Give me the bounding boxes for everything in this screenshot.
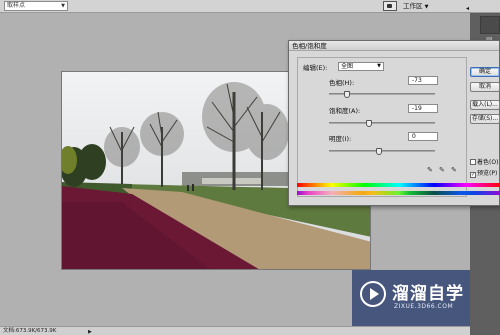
hue-value-field[interactable]: -73 — [408, 76, 438, 85]
status-menu-arrow-icon[interactable]: ▶ — [88, 328, 92, 335]
chevron-down-icon: ▼ — [377, 63, 381, 69]
chevron-down-icon: ▼ — [424, 4, 429, 10]
saturation-slider-track[interactable] — [329, 122, 435, 124]
preview-label: 预览(P) — [477, 170, 498, 177]
colorize-checkbox[interactable]: 着色(O) — [470, 159, 498, 166]
eyedropper-minus-icon[interactable]: ✎ — [451, 166, 459, 174]
preview-checkbox[interactable]: ✓ 预览(P) — [470, 170, 497, 178]
watermark-title: 溜溜自学 — [392, 284, 464, 304]
adjustment-group — [297, 57, 467, 197]
watermark-url: ZIXUE.3D66.COM — [394, 303, 454, 310]
panel-dock-button[interactable] — [480, 16, 500, 34]
saturation-label: 饱和度(A): — [329, 107, 361, 115]
colorize-checkbox-box — [470, 159, 476, 165]
workspace-label: 工作区 — [403, 2, 423, 10]
hue-label: 色相(H): — [329, 79, 355, 87]
save-button[interactable]: 存储(S)... — [470, 114, 500, 124]
doc-size-text: 文档:673.9K/673.9K — [3, 328, 57, 334]
sample-size-select[interactable]: 取样点 ▼ — [4, 1, 68, 11]
colorize-label: 着色(O) — [477, 159, 499, 166]
hue-slider-thumb[interactable] — [344, 91, 350, 98]
panel-caret-icon[interactable]: ◂ — [466, 5, 469, 12]
play-logo-icon — [360, 281, 386, 307]
input-color-spectrum — [297, 183, 500, 187]
eyedropper-icon[interactable]: ✎ — [427, 166, 435, 174]
status-bar: 文档:673.9K/673.9K ▶ — [0, 326, 470, 335]
dialog-title: 色相/饱和度 — [289, 41, 499, 51]
ok-button[interactable]: 确定 — [470, 67, 500, 77]
edit-range-select[interactable]: 全图 ▼ — [338, 62, 384, 71]
lightness-slider-track[interactable] — [329, 150, 435, 152]
lightness-slider-thumb[interactable] — [376, 148, 382, 155]
preview-checkbox-box: ✓ — [470, 172, 476, 178]
hue-saturation-dialog: 色相/饱和度 编辑(E): 全图 ▼ 色相(H): -73 饱和度(A): -1… — [288, 40, 500, 206]
watermark: 溜溜自学 ZIXUE.3D66.COM — [352, 270, 470, 326]
lightness-label: 明度(I): — [329, 135, 352, 143]
load-button[interactable]: 载入(L)... — [470, 100, 500, 110]
cancel-button[interactable]: 取消 — [470, 82, 500, 92]
saturation-slider-thumb[interactable] — [366, 120, 372, 127]
camera-icon[interactable] — [383, 1, 397, 11]
sample-size-value: 取样点 — [7, 2, 26, 9]
lightness-value-field[interactable]: 0 — [408, 132, 438, 141]
edit-range-value: 全图 — [341, 63, 354, 70]
edit-label: 编辑(E): — [303, 64, 328, 72]
workspace-button[interactable]: 工作区 ▼ — [403, 1, 436, 11]
options-bar: 取样点 ▼ 工作区 ▼ ◂ — [0, 0, 500, 13]
chevron-down-icon: ▼ — [61, 3, 65, 9]
output-color-spectrum — [297, 191, 500, 195]
eyedropper-plus-icon[interactable]: ✎ — [439, 166, 447, 174]
saturation-value-field[interactable]: -19 — [408, 104, 438, 113]
